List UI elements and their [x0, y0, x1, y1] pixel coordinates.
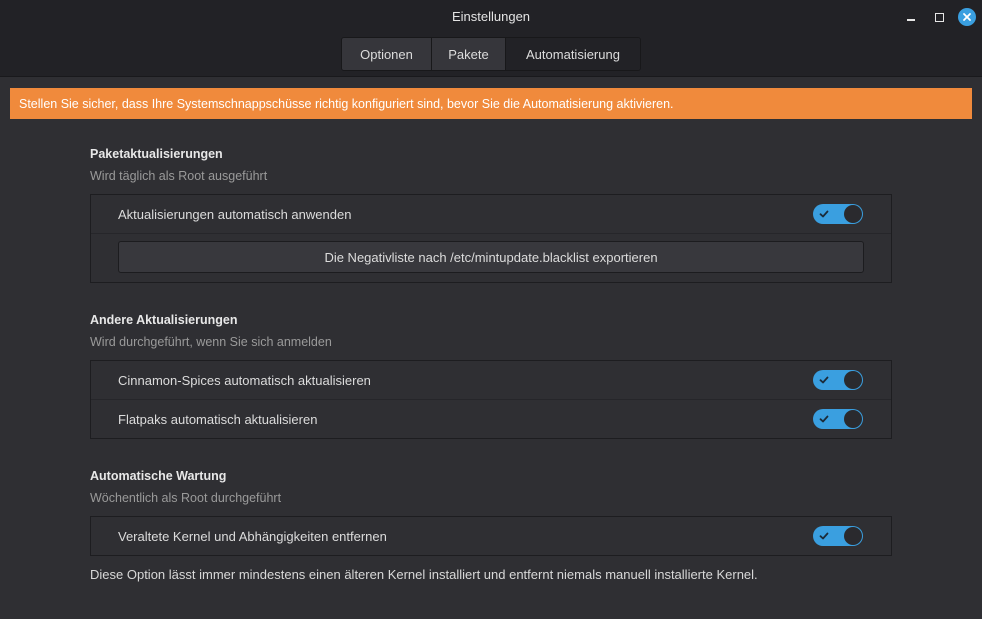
- switch-knob: [844, 371, 862, 389]
- auto-apply-switch[interactable]: [813, 204, 863, 224]
- check-icon: [819, 532, 829, 540]
- maximize-icon: [934, 12, 944, 22]
- check-icon: [819, 210, 829, 218]
- kernel-footnote: Diese Option lässt immer mindestens eine…: [90, 567, 758, 582]
- section-title: Automatische Wartung: [90, 469, 227, 483]
- remove-kernels-switch[interactable]: [813, 526, 863, 546]
- export-row: Die Negativliste nach /etc/mintupdate.bl…: [91, 234, 891, 282]
- flatpak-label: Flatpaks automatisch aktualisieren: [118, 411, 318, 427]
- check-icon: [819, 376, 829, 384]
- export-blacklist-button[interactable]: Die Negativliste nach /etc/mintupdate.bl…: [118, 241, 864, 273]
- close-button[interactable]: [958, 8, 976, 26]
- section-title: Andere Aktualisierungen: [90, 313, 238, 327]
- cinnamon-spices-label: Cinnamon-Spices automatisch aktualisiere…: [118, 372, 371, 388]
- warning-banner: Stellen Sie sicher, dass Ihre Systemschn…: [10, 88, 972, 119]
- package-updates-box: Aktualisierungen automatisch anwenden Di…: [90, 194, 892, 283]
- tab-automatisierung[interactable]: Automatisierung: [506, 38, 640, 70]
- switch-knob: [844, 205, 862, 223]
- remove-kernels-row: Veraltete Kernel und Abhängigkeiten entf…: [91, 517, 891, 556]
- auto-apply-label: Aktualisierungen automatisch anwenden: [118, 206, 352, 222]
- section-subtitle: Wird durchgeführt, wenn Sie sich anmelde…: [90, 335, 332, 349]
- check-icon: [819, 415, 829, 423]
- auto-apply-row: Aktualisierungen automatisch anwenden: [91, 195, 891, 234]
- section-package-updates: Paketaktualisierungen Wird täglich als R…: [90, 147, 892, 283]
- maximize-button[interactable]: [930, 8, 948, 26]
- flatpak-switch[interactable]: [813, 409, 863, 429]
- maintenance-box: Veraltete Kernel und Abhängigkeiten entf…: [90, 516, 892, 556]
- warning-text: Stellen Sie sicher, dass Ihre Systemschn…: [19, 96, 674, 111]
- tab-pakete[interactable]: Pakete: [432, 38, 506, 70]
- cinnamon-spices-row: Cinnamon-Spices automatisch aktualisiere…: [91, 361, 891, 400]
- switch-knob: [844, 527, 862, 545]
- minimize-button[interactable]: [902, 8, 920, 26]
- tab-bar: Optionen Pakete Automatisierung: [341, 37, 641, 71]
- other-updates-box: Cinnamon-Spices automatisch aktualisiere…: [90, 360, 892, 439]
- tab-optionen[interactable]: Optionen: [342, 38, 432, 70]
- remove-kernels-label: Veraltete Kernel und Abhängigkeiten entf…: [118, 528, 387, 544]
- section-other-updates: Andere Aktualisierungen Wird durchgeführ…: [90, 313, 892, 439]
- section-title: Paketaktualisierungen: [90, 147, 223, 161]
- flatpak-row: Flatpaks automatisch aktualisieren: [91, 400, 891, 439]
- section-subtitle: Wöchentlich als Root durchgeführt: [90, 491, 282, 505]
- section-subtitle: Wird täglich als Root ausgeführt: [90, 169, 268, 183]
- headerbar: Einstellungen Optionen Pakete Automatisi…: [0, 0, 982, 77]
- cinnamon-spices-switch[interactable]: [813, 370, 863, 390]
- close-icon: [958, 8, 976, 26]
- settings-window: Einstellungen Optionen Pakete Automatisi…: [0, 0, 982, 619]
- window-title: Einstellungen: [451, 9, 531, 24]
- minimize-icon: [907, 13, 915, 21]
- switch-knob: [844, 410, 862, 428]
- section-maintenance: Automatische Wartung Wöchentlich als Roo…: [90, 469, 892, 556]
